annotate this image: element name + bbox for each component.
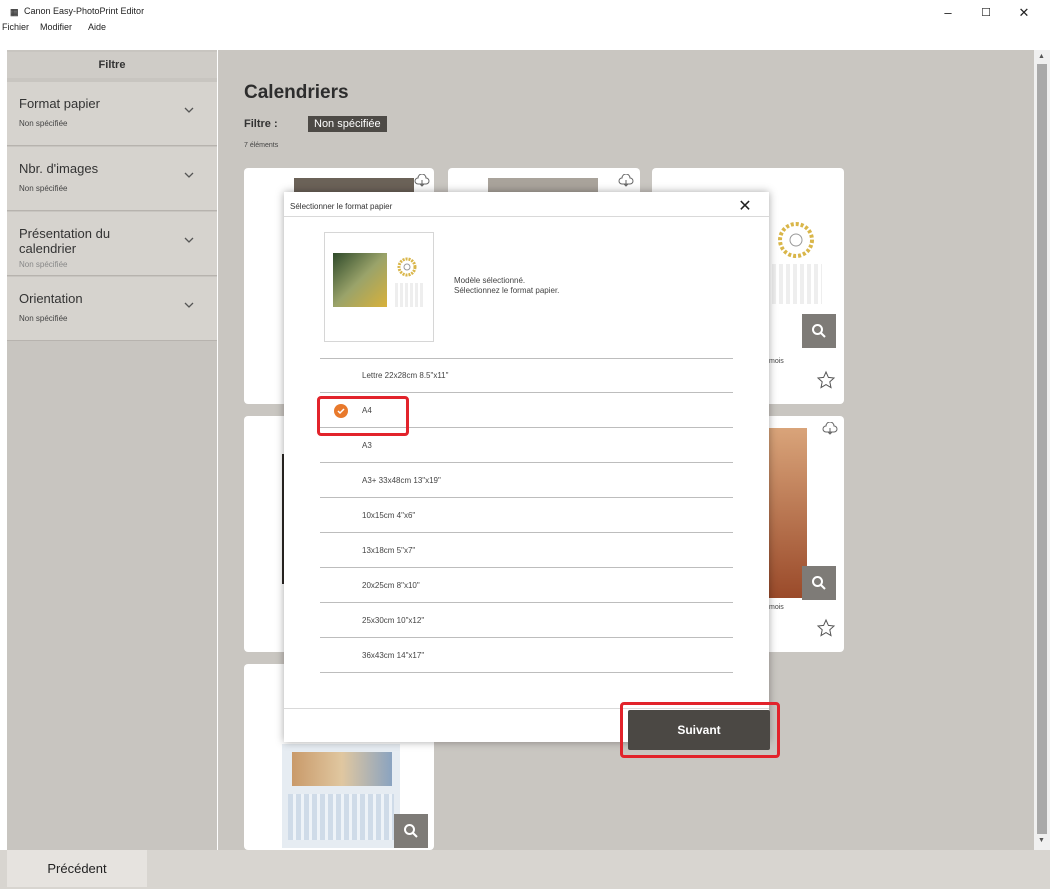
paper-option[interactable]: 13x18cm 5"x7" [320,534,733,568]
card-caption: mois [769,358,784,365]
filter-value: Non spécifiée [19,184,68,193]
filter-label: Présentation du calendrier [19,226,111,256]
menu-modifier[interactable]: Modifier [40,22,72,32]
zoom-button[interactable] [802,566,836,600]
chevron-down-icon [184,172,194,178]
cloud-download-icon [414,174,430,187]
menu-bar: Fichier Modifier Aide [0,22,1050,36]
window-title: Canon Easy-PhotoPrint Editor [24,6,145,16]
paper-option-label: Lettre 22x28cm 8.5"x11" [362,371,449,380]
menu-fichier[interactable]: Fichier [2,22,29,32]
filter-nbr-images[interactable]: Nbr. d'images Non spécifiée [7,147,217,211]
wreath-image [778,222,814,258]
photo-image [333,253,387,307]
card-thumbnail [282,744,400,848]
dialog-title: Sélectionner le format papier [290,202,393,211]
paper-option-label: 36x43cm 14"x17" [362,651,425,660]
cloud-download-icon [822,422,838,435]
calendar-grid [395,283,423,307]
vertical-scrollbar[interactable]: ▲ ▼ [1034,50,1050,850]
paper-option[interactable]: 20x25cm 8"x10" [320,569,733,603]
scrollbar-thumb[interactable] [1037,64,1047,834]
search-icon [812,576,826,590]
message-line: Modèle sélectionné. [454,276,526,285]
sidebar-header: Filtre [7,52,217,78]
back-button[interactable]: Précédent [7,850,147,887]
paper-option[interactable]: A3+ 33x48cm 13"x19" [320,464,733,498]
filter-format-papier[interactable]: Format papier Non spécifiée [7,82,217,146]
paper-option-label: 13x18cm 5"x7" [362,546,416,555]
divider [284,216,769,217]
filter-presentation[interactable]: Présentation du calendrier Non spécifiée [7,212,217,276]
chevron-down-icon [184,302,194,308]
search-icon [812,324,826,338]
star-icon[interactable] [816,618,836,638]
card-caption: mois [769,604,784,611]
chevron-down-icon [184,107,194,113]
filter-value: Non spécifiée [19,314,68,323]
calendar-grid [772,264,822,304]
paper-option-label: 10x15cm 4"x6" [362,511,416,520]
filter-label: Nbr. d'images [19,161,99,176]
wreath-image [397,257,417,277]
close-icon[interactable]: ✕ [735,196,755,216]
paper-option-label: A3 [362,441,372,450]
page-title: Calendriers [244,82,349,103]
paper-option-label: 20x25cm 8"x10" [362,581,420,590]
search-icon [404,824,418,838]
paper-option[interactable]: 36x43cm 14"x17" [320,639,733,673]
menu-aide[interactable]: Aide [88,22,106,32]
selection-message: Modèle sélectionné. Sélectionnez le form… [454,276,559,296]
cloud-download-icon [618,174,634,187]
message-line: Sélectionnez le format papier. [454,286,560,295]
paper-option[interactable]: Lettre 22x28cm 8.5"x11" [320,359,733,393]
item-count: 7 éléments [244,142,279,149]
paper-option[interactable]: 25x30cm 10"x12" [320,604,733,638]
close-window-button[interactable]: ✕ [1006,2,1042,24]
filter-value: Non spécifiée [19,119,68,128]
selected-template-preview [324,232,434,342]
scroll-up-icon[interactable]: ▲ [1038,53,1045,60]
highlight-box [317,396,409,436]
family-photo [292,752,392,786]
maximize-button[interactable]: ☐ [968,2,1004,24]
chevron-down-icon [184,237,194,243]
filter-sidebar: Filtre Format papier Non spécifiée Nbr. … [7,50,217,850]
filter-chip[interactable]: Non spécifiée [308,116,387,132]
paper-size-dialog: Sélectionner le format papier ✕ Modèle s… [284,192,769,742]
zoom-button[interactable] [394,814,428,848]
paper-option[interactable]: 10x15cm 4"x6" [320,499,733,533]
filter-label: Filtre : [244,118,278,130]
calendar-grid [288,794,394,840]
paper-option-label: A3+ 33x48cm 13"x19" [362,476,441,485]
title-bar: ▦ Canon Easy-PhotoPrint Editor – ☐ ✕ [0,0,1050,22]
zoom-button[interactable] [802,314,836,348]
scroll-down-icon[interactable]: ▼ [1038,837,1045,844]
minimize-button[interactable]: – [930,2,966,24]
highlight-box [620,702,780,758]
filter-label: Format papier [19,96,100,111]
paper-option-label: 25x30cm 10"x12" [362,616,425,625]
bottom-bar: Précédent [0,850,1050,889]
filter-label: Orientation [19,291,83,306]
filter-orientation[interactable]: Orientation Non spécifiée [7,277,217,341]
filter-value: Non spécifiée [19,260,68,269]
star-icon[interactable] [816,370,836,390]
app-icon: ▦ [10,7,19,17]
